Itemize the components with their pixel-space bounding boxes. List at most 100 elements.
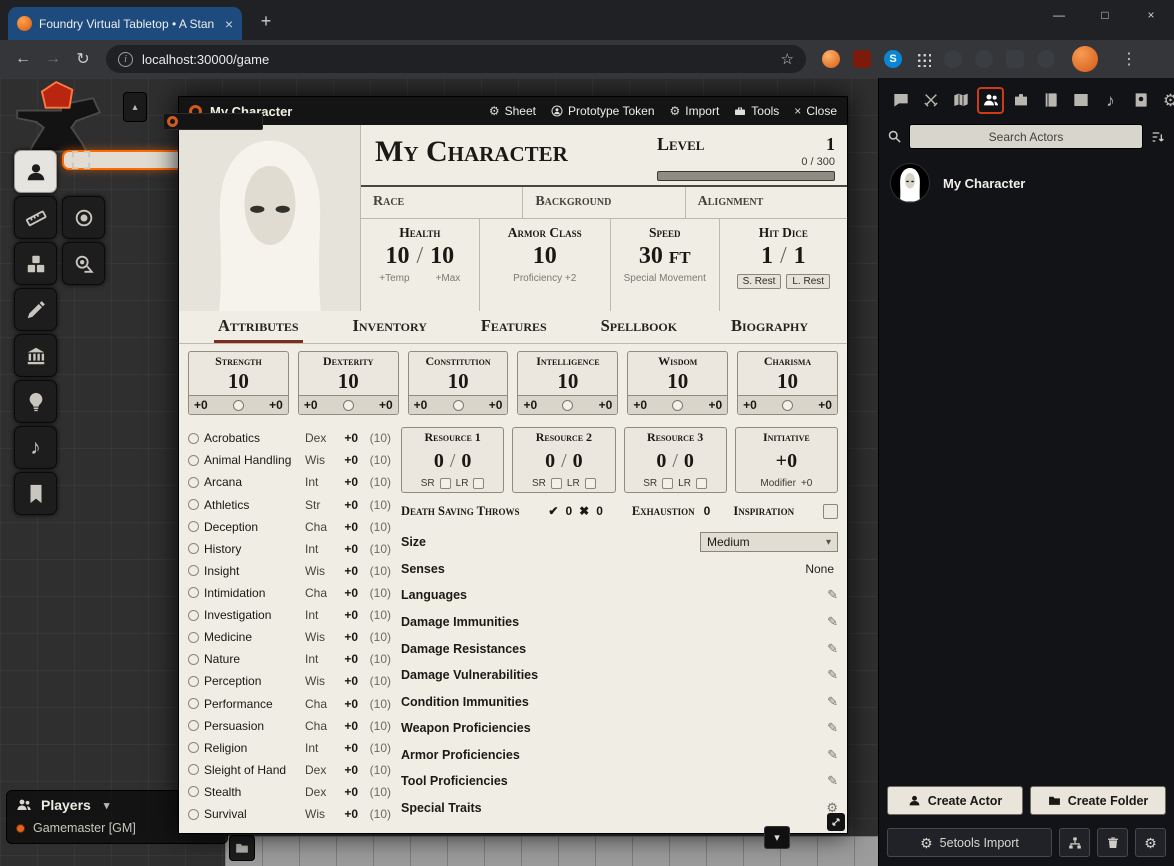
resource-label[interactable]: Resource 1 xyxy=(404,430,501,445)
ability-score[interactable]: 10 xyxy=(409,369,508,395)
skill-proficiency-toggle[interactable] xyxy=(188,499,199,510)
skill-row[interactable]: Persuasion Cha +0 (10) xyxy=(188,715,391,737)
skill-row[interactable]: Sleight of Hand Dex +0 (10) xyxy=(188,759,391,781)
back-button[interactable]: ← xyxy=(8,50,38,68)
health-block[interactable]: Health 10 / 10 +Temp +Max xyxy=(361,219,480,311)
forward-button[interactable]: → xyxy=(38,50,68,68)
resource-max[interactable]: 0 xyxy=(461,450,471,473)
skill-name[interactable]: Arcana xyxy=(204,475,300,489)
long-rest-checkbox[interactable] xyxy=(473,478,484,489)
skill-name[interactable]: Nature xyxy=(204,652,300,666)
skill-row[interactable]: Athletics Str +0 (10) xyxy=(188,493,391,515)
trait-edit-icon[interactable]: ✎ xyxy=(827,773,838,789)
resource-block[interactable]: Resource 2 0 / 0 SR LR xyxy=(512,427,615,493)
tab-journal[interactable] xyxy=(1037,87,1064,114)
skill-row[interactable]: Performance Cha +0 (10) xyxy=(188,692,391,714)
skill-row[interactable]: Insight Wis +0 (10) xyxy=(188,560,391,582)
skill-proficiency-toggle[interactable] xyxy=(188,610,199,621)
alignment-field[interactable]: Alignment xyxy=(686,187,847,218)
actor-avatar[interactable] xyxy=(890,163,930,203)
actor-list-item[interactable]: My Character xyxy=(887,158,1166,208)
url-bar[interactable]: i localhost:30000/game ☆ xyxy=(106,45,806,73)
ability-name[interactable]: Intelligence xyxy=(518,352,617,369)
skill-proficiency-toggle[interactable] xyxy=(188,587,199,598)
prototype-token-button[interactable]: Prototype Token xyxy=(551,104,655,118)
skill-row[interactable]: Religion Int +0 (10) xyxy=(188,737,391,759)
resource-label[interactable]: Resource 2 xyxy=(515,430,612,445)
tab-settings[interactable]: ⚙ xyxy=(1157,87,1174,114)
sort-filter-icon[interactable] xyxy=(1150,129,1166,145)
skill-row[interactable]: Arcana Int +0 (10) xyxy=(188,471,391,493)
tile-controls-button[interactable] xyxy=(14,242,57,285)
death-fail-count[interactable]: 0 xyxy=(596,504,603,518)
skill-row[interactable]: Investigation Int +0 (10) xyxy=(188,604,391,626)
ability-block[interactable]: Intelligence 10 +0 +0 xyxy=(517,351,618,415)
skill-proficiency-toggle[interactable] xyxy=(188,764,199,775)
extension-icon-1[interactable] xyxy=(944,50,962,68)
tab-scenes[interactable] xyxy=(947,87,974,114)
tab-close-icon[interactable]: × xyxy=(225,17,233,31)
skill-row[interactable]: Acrobatics Dex +0 (10) xyxy=(188,427,391,449)
browser-menu-icon[interactable]: ⋮ xyxy=(1121,49,1137,69)
extension-ublock-icon[interactable] xyxy=(853,50,871,68)
xp-text[interactable]: 0 / 300 xyxy=(657,156,835,168)
skill-row[interactable]: History Int +0 (10) xyxy=(188,538,391,560)
hp-current[interactable]: 10 xyxy=(385,241,409,272)
tab-actors[interactable] xyxy=(977,87,1004,114)
reload-button[interactable]: ↻ xyxy=(68,49,98,69)
sheet-tab[interactable]: Features xyxy=(477,311,551,343)
tab-compendium[interactable] xyxy=(1127,87,1154,114)
tab-tables[interactable] xyxy=(1067,87,1094,114)
character-name[interactable]: My Character xyxy=(375,135,568,170)
armor-class-block[interactable]: Armor Class 10 Proficiency +2 xyxy=(480,219,611,311)
hp-tempmax-label[interactable]: +Max xyxy=(436,273,461,284)
resource-value[interactable]: 0 xyxy=(545,450,555,473)
skill-proficiency-toggle[interactable] xyxy=(188,565,199,576)
sheet-tab[interactable]: Spellbook xyxy=(597,311,682,343)
folder-tree-button[interactable] xyxy=(1059,828,1090,857)
skill-row[interactable]: Deception Cha +0 (10) xyxy=(188,516,391,538)
skill-name[interactable]: Deception xyxy=(204,520,300,534)
ability-score[interactable]: 10 xyxy=(628,369,727,395)
resource-block[interactable]: Resource 1 0 / 0 SR LR xyxy=(401,427,504,493)
sheet-tab[interactable]: Biography xyxy=(727,311,812,343)
hit-dice-block[interactable]: Hit Dice 1 / 1 S. Rest L. Rest xyxy=(720,219,847,311)
trait-edit-icon[interactable]: ✎ xyxy=(827,747,838,763)
walls-controls-button[interactable] xyxy=(14,334,57,377)
notes-controls-button[interactable] xyxy=(14,472,57,515)
skill-proficiency-toggle[interactable] xyxy=(188,433,199,444)
resource-max[interactable]: 0 xyxy=(573,450,583,473)
initiative-block[interactable]: Initiative +0 Modifier +0 xyxy=(735,427,838,493)
hp-max[interactable]: 10 xyxy=(430,241,454,272)
inspiration-checkbox[interactable] xyxy=(823,504,838,519)
ability-score[interactable]: 10 xyxy=(299,369,398,395)
create-actor-button[interactable]: Create Actor xyxy=(887,786,1023,815)
tab-chat[interactable] xyxy=(887,87,914,114)
special-movement-label[interactable]: Special Movement xyxy=(624,273,706,284)
skill-name[interactable]: History xyxy=(204,542,300,556)
macro-folder-button[interactable] xyxy=(229,835,255,861)
new-tab-button[interactable]: + xyxy=(252,8,280,36)
tools-button[interactable]: Tools xyxy=(734,104,779,118)
hit-dice-max[interactable]: 1 xyxy=(794,241,806,272)
sheet-tab[interactable]: Attributes xyxy=(214,311,303,343)
death-success-count[interactable]: 0 xyxy=(565,504,572,518)
window-minimize-button[interactable]: — xyxy=(1036,0,1082,34)
url-text[interactable]: localhost:30000/game xyxy=(142,52,772,67)
skill-name[interactable]: Medicine xyxy=(204,630,300,644)
ability-proficiency-pip[interactable] xyxy=(233,400,244,411)
hotbar-page-down-button[interactable]: ▾ xyxy=(764,826,790,849)
exhaustion-value[interactable]: 0 xyxy=(704,504,711,518)
skill-row[interactable]: Nature Int +0 (10) xyxy=(188,648,391,670)
ac-value[interactable]: 10 xyxy=(533,241,557,272)
players-collapse-icon[interactable]: ▾ xyxy=(104,799,110,812)
resource-value[interactable]: 0 xyxy=(434,450,444,473)
window-close-button[interactable]: × xyxy=(1128,0,1174,34)
skill-name[interactable]: Performance xyxy=(204,697,300,711)
skill-name[interactable]: Persuasion xyxy=(204,719,300,733)
skill-proficiency-toggle[interactable] xyxy=(188,698,199,709)
foundry-canvas[interactable]: ▴ ♪ Players ▾ Gamemast xyxy=(0,78,1174,866)
skill-proficiency-toggle[interactable] xyxy=(188,455,199,466)
background-field[interactable]: Background xyxy=(523,187,685,218)
trait-edit-icon[interactable]: ✎ xyxy=(827,641,838,657)
